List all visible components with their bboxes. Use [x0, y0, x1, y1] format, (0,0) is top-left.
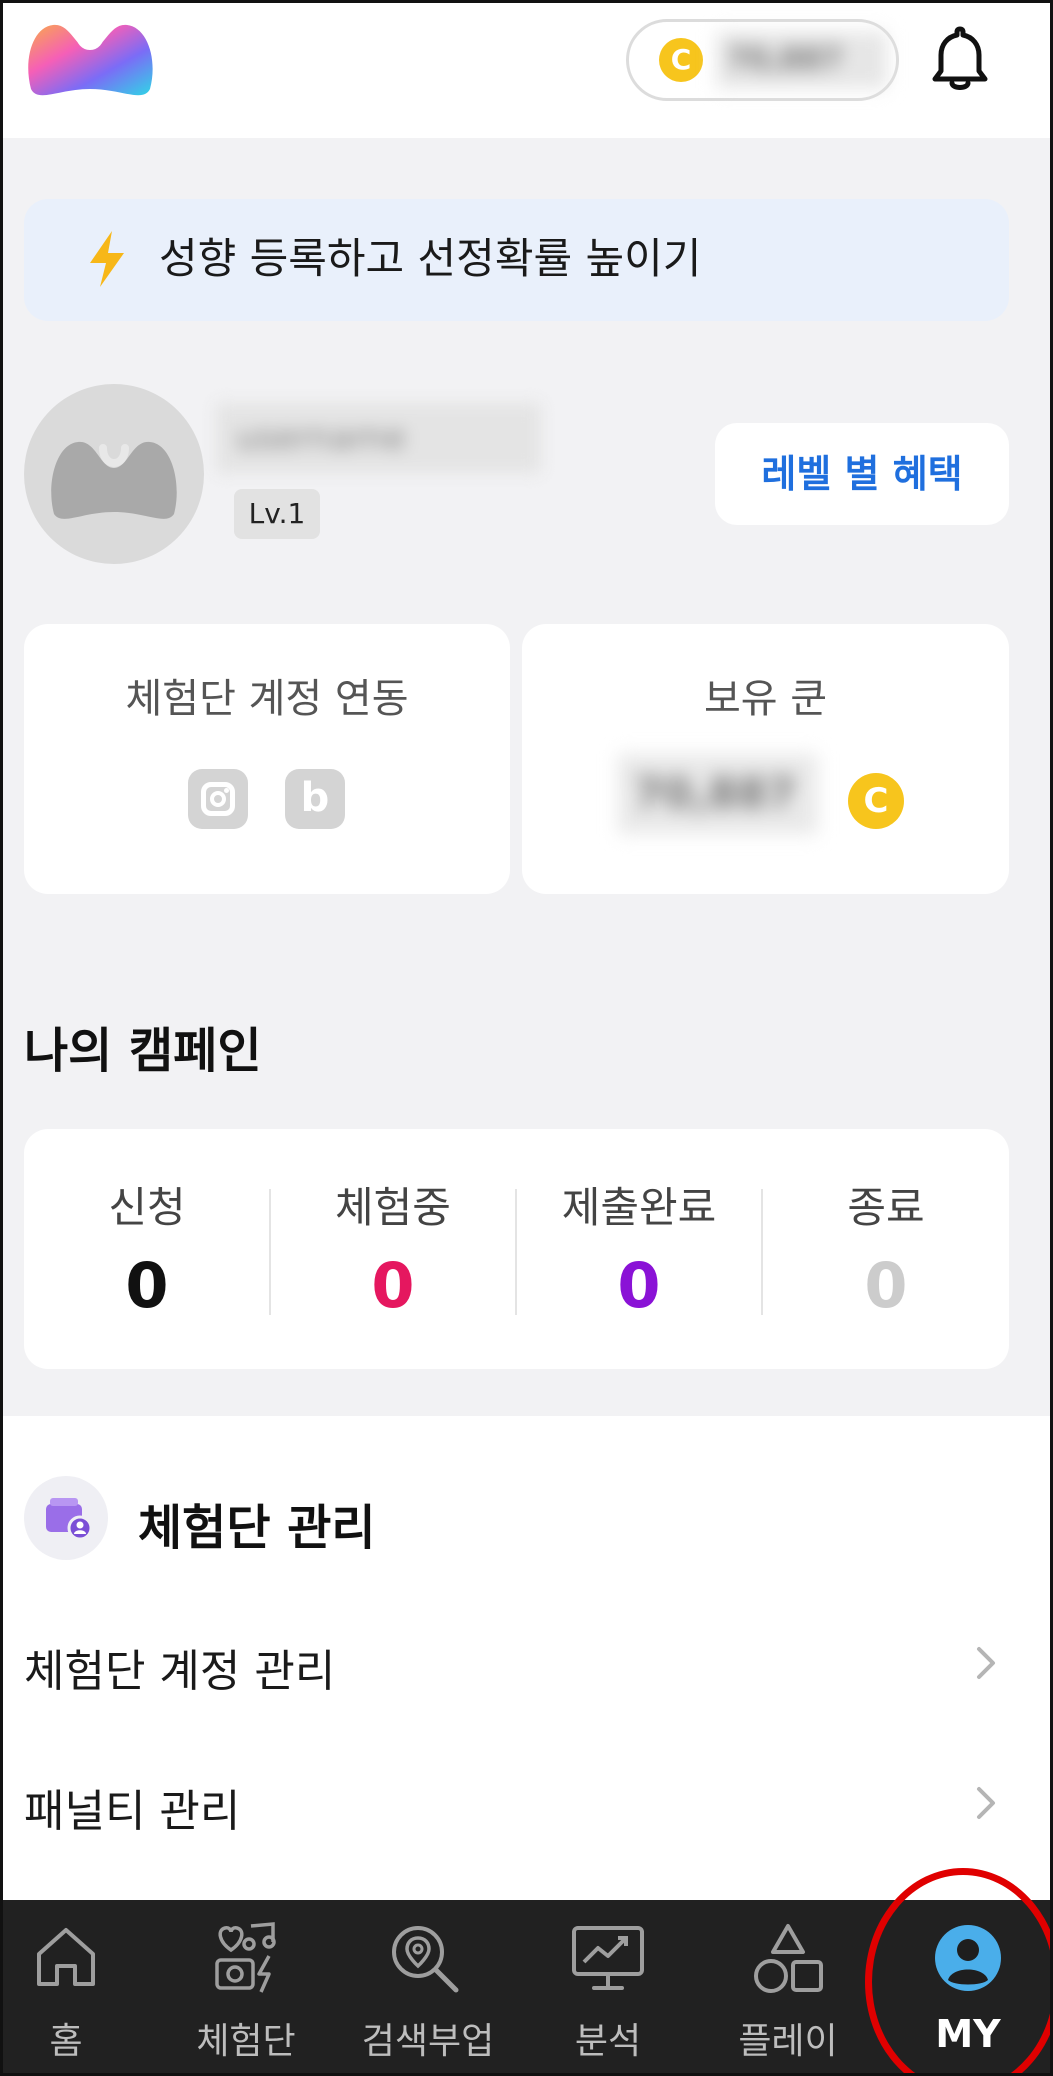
coin-icon: C [848, 773, 904, 829]
menu-penalty-management[interactable]: 패널티 관리 [3, 1741, 1050, 1861]
account-link-title: 체험단 계정 연동 [125, 676, 409, 722]
home-icon [37, 1928, 95, 1986]
user-name: username [216, 403, 541, 473]
default-avatar-icon [51, 441, 177, 519]
nav-analytics[interactable]: 분석 [543, 1900, 673, 2073]
notification-bell-icon[interactable] [928, 23, 992, 95]
lightning-icon [90, 231, 124, 287]
stat-ended[interactable]: 종료 0 [763, 1129, 1009, 1369]
nav-label: 분석 [574, 2021, 642, 2062]
menu-label: 체험단 계정 관리 [24, 1646, 336, 1697]
coin-balance-value: 70,887 [717, 32, 887, 88]
app-screen: C 70,887 성향 등록하고 선정확률 높이기 username Lv.1 … [0, 0, 1053, 2076]
account-link-card[interactable]: 체험단 계정 연동 b [24, 624, 510, 894]
menu-label: 패널티 관리 [24, 1786, 241, 1837]
management-title: 체험단 관리 [138, 1500, 376, 1556]
avatar[interactable] [24, 384, 204, 564]
nav-search-side-job[interactable]: 검색부업 [348, 1900, 508, 2073]
stat-label: 제출완료 [561, 1183, 717, 1232]
blog-icon[interactable]: b [285, 769, 345, 829]
search-location-icon [392, 1926, 459, 1993]
chevron-right-icon [977, 1787, 995, 1819]
app-logo-icon[interactable] [23, 19, 158, 99]
nav-experience[interactable]: 체험단 [178, 1900, 314, 2073]
preference-register-banner[interactable]: 성향 등록하고 선정확률 높이기 [24, 199, 1009, 321]
stat-label: 체험중 [335, 1183, 451, 1232]
analytics-icon [572, 1926, 644, 1990]
instagram-icon[interactable] [188, 769, 248, 829]
nav-home[interactable]: 홈 [3, 1900, 129, 2073]
top-header: C 70,887 [3, 3, 1050, 138]
experience-management-section: 체험단 관리 체험단 계정 관리 패널티 관리 [3, 1416, 1050, 1901]
wallet-user-icon [24, 1476, 108, 1560]
chevron-right-icon [977, 1647, 995, 1679]
level-benefits-button[interactable]: 레벨 별 혜택 [715, 423, 1009, 525]
stat-value: 0 [371, 1249, 415, 1322]
nav-label: 홈 [49, 2021, 83, 2062]
nav-label: 검색부업 [361, 2021, 495, 2062]
my-campaign-title: 나의 캠페인 [24, 1023, 262, 1079]
coins-amount: 70,887 [618, 754, 818, 834]
banner-text: 성향 등록하고 선정확률 높이기 [159, 234, 702, 283]
stat-value: 0 [125, 1249, 169, 1322]
stat-value: 0 [864, 1249, 908, 1322]
stat-submitted[interactable]: 제출완료 0 [516, 1129, 762, 1369]
nav-play[interactable]: 플레이 [723, 1900, 853, 2073]
coin-balance-pill[interactable]: C 70,887 [626, 19, 899, 101]
shapes-icon [754, 1924, 823, 1993]
stat-label: 종료 [847, 1183, 925, 1232]
level-badge: Lv.1 [234, 489, 320, 539]
coins-card[interactable]: 보유 쿤 70,887 C [522, 624, 1009, 894]
coins-title: 보유 쿤 [703, 676, 828, 722]
campaign-stats-card: 신청 0 체험중 0 제출완료 0 종료 0 [24, 1129, 1009, 1369]
menu-account-management[interactable]: 체험단 계정 관리 [3, 1601, 1050, 1721]
stat-label: 신청 [108, 1183, 186, 1232]
nav-label: 플레이 [738, 2021, 838, 2062]
stat-in-progress[interactable]: 체험중 0 [270, 1129, 516, 1369]
nav-label: 체험단 [196, 2021, 296, 2062]
coin-icon: C [659, 38, 703, 82]
stat-value: 0 [617, 1249, 661, 1322]
experience-icon [215, 1922, 276, 1993]
stat-applied[interactable]: 신청 0 [24, 1129, 270, 1369]
